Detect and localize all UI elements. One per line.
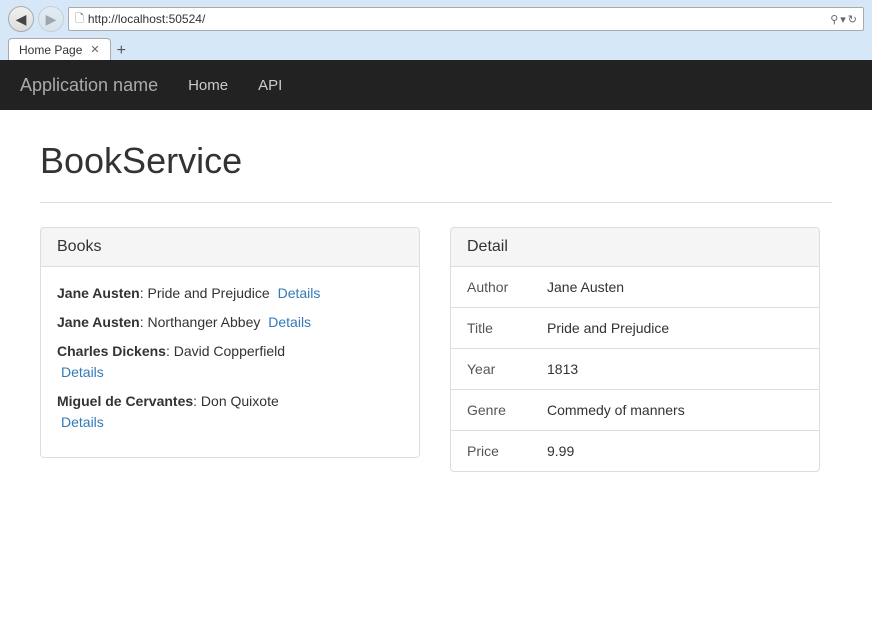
book-title: : Pride and Prejudice (140, 285, 270, 301)
book-title: : Don Quixote (193, 393, 279, 409)
detail-label: Price (451, 431, 531, 472)
new-tab-button[interactable]: + (113, 42, 130, 60)
nav-home[interactable]: Home (188, 77, 228, 94)
tab-close-button[interactable]: ✕ (90, 43, 99, 56)
main-content: BookService Books Jane Austen: Pride and… (0, 110, 872, 502)
address-bar[interactable]: 🗋 http://localhost:50524/ ⚲ ▾ ↻ (68, 7, 864, 31)
detail-panel-header: Detail (451, 228, 819, 267)
book-details-link[interactable]: Details (268, 314, 311, 330)
book-details-link[interactable]: Details (61, 364, 104, 380)
app-name: Application name (20, 75, 158, 96)
dropdown-icon[interactable]: ▾ (840, 13, 846, 26)
active-tab[interactable]: Home Page ✕ (8, 38, 111, 60)
list-item: Miguel de Cervantes: Don Quixote Details (57, 391, 403, 433)
table-row: Title Pride and Prejudice (451, 308, 819, 349)
list-item: Jane Austen: Pride and Prejudice Details (57, 283, 403, 304)
book-author: Jane Austen (57, 285, 140, 301)
divider (40, 202, 832, 203)
back-button[interactable]: ◀ (8, 6, 34, 32)
page-title: BookService (40, 140, 832, 182)
detail-value: 9.99 (531, 431, 819, 472)
books-panel: Books Jane Austen: Pride and Prejudice D… (40, 227, 420, 458)
book-author: Jane Austen (57, 314, 140, 330)
content-columns: Books Jane Austen: Pride and Prejudice D… (40, 227, 832, 472)
books-panel-header: Books (41, 228, 419, 267)
detail-value: 1813 (531, 349, 819, 390)
table-row: Author Jane Austen (451, 267, 819, 308)
detail-table: Author Jane Austen Title Pride and Preju… (451, 267, 819, 471)
detail-value: Pride and Prejudice (531, 308, 819, 349)
detail-label: Genre (451, 390, 531, 431)
forward-button[interactable]: ▶ (38, 6, 64, 32)
list-item: Jane Austen: Northanger Abbey Details (57, 312, 403, 333)
table-row: Year 1813 (451, 349, 819, 390)
detail-label: Year (451, 349, 531, 390)
book-title: : David Copperfield (166, 343, 285, 359)
detail-value: Commedy of manners (531, 390, 819, 431)
books-panel-body: Jane Austen: Pride and Prejudice Details… (41, 267, 419, 457)
detail-value: Jane Austen (531, 267, 819, 308)
browser-toolbar: ◀ ▶ 🗋 http://localhost:50524/ ⚲ ▾ ↻ (8, 6, 864, 33)
table-row: Price 9.99 (451, 431, 819, 472)
refresh-icon[interactable]: ↻ (848, 13, 857, 26)
detail-label: Author (451, 267, 531, 308)
book-author: Miguel de Cervantes (57, 393, 193, 409)
browser-chrome: ◀ ▶ 🗋 http://localhost:50524/ ⚲ ▾ ↻ Home… (0, 0, 872, 60)
nav-api[interactable]: API (258, 77, 282, 94)
tab-bar: Home Page ✕ + (8, 37, 864, 60)
book-details-link[interactable]: Details (278, 285, 321, 301)
tab-label: Home Page (19, 43, 82, 57)
book-details-link[interactable]: Details (61, 414, 104, 430)
url-text: http://localhost:50524/ (88, 12, 826, 26)
address-actions: ⚲ ▾ ↻ (830, 13, 857, 26)
search-icon[interactable]: ⚲ (830, 13, 838, 26)
book-author: Charles Dickens (57, 343, 166, 359)
page-icon: 🗋 (75, 10, 84, 29)
detail-label: Title (451, 308, 531, 349)
app-navbar: Application name Home API (0, 60, 872, 110)
list-item: Charles Dickens: David Copperfield Detai… (57, 341, 403, 383)
book-title: : Northanger Abbey (140, 314, 261, 330)
table-row: Genre Commedy of manners (451, 390, 819, 431)
detail-panel: Detail Author Jane Austen Title Pride an… (450, 227, 820, 472)
